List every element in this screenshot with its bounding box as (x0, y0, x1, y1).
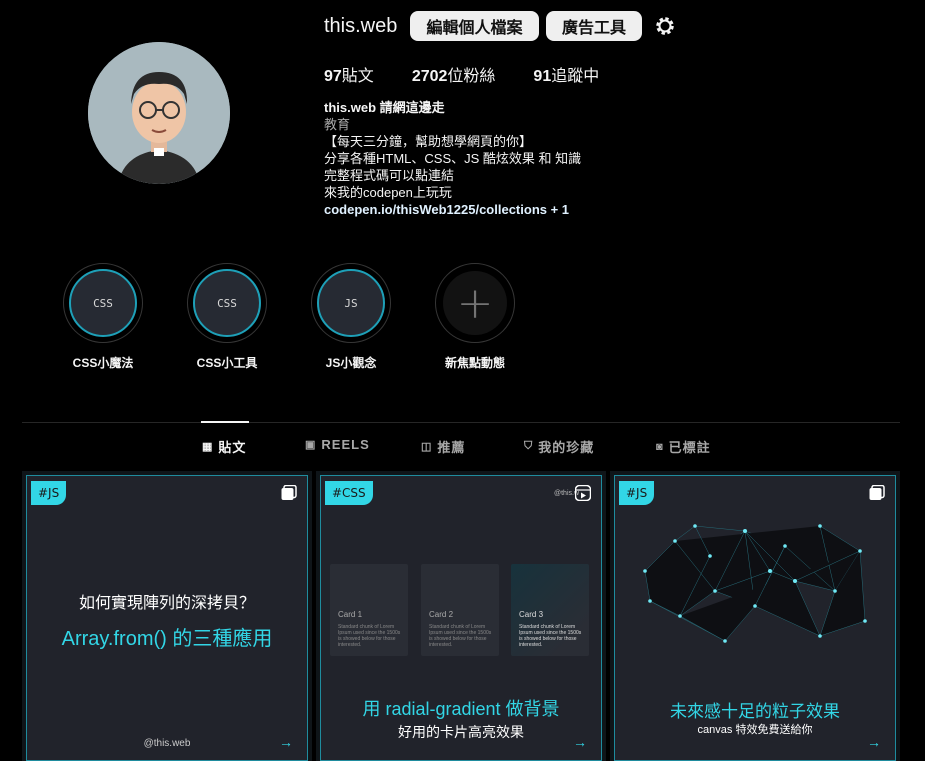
carousel-icon (281, 485, 297, 500)
post-question: 如何實現陣列的深拷貝？ (78, 595, 255, 612)
post-thumbnail[interactable]: #JS 如何實現陣列的深拷貝？ Array.from() 的三種應用 @this… (22, 471, 312, 761)
post-frame: #JS 如何實現陣列的深拷貝？ Array.from() 的三種應用 @this… (26, 475, 308, 761)
bio-display-name: this.web 請網這邊走 (324, 100, 445, 115)
demo-card-highlighted: Card 3 Standard chunk of Lorem Ipsum use… (511, 564, 589, 656)
highlight-css-magic[interactable]: CSS CSS小魔法 (63, 263, 143, 371)
highlight-ring: + (435, 263, 515, 343)
post-tag: #JS (31, 481, 67, 505)
tab-label: REELS (321, 437, 370, 452)
highlight-label: JS小觀念 (325, 356, 377, 370)
posts-label: 貼文 (341, 68, 374, 85)
ad-tools-button[interactable]: 廣告工具 (546, 11, 642, 41)
profile-username: this.web (324, 15, 398, 37)
bio-line: 來我的codepen上玩玩 (324, 185, 452, 200)
post-thumbnail[interactable]: #JS 未來感十足的粒子效果 canvas 特效免費送給你 → (610, 471, 900, 761)
followers-stat[interactable]: 2702位粉絲 (412, 62, 496, 86)
arrow-right-icon: → (279, 734, 293, 750)
demo-card-body: Standard chunk of Lorem Ipsum used since… (519, 624, 582, 648)
particle-network-image (643, 524, 867, 643)
posts-stat: 97貼文 (324, 62, 374, 86)
post-title: Array.from() 的三種應用 (61, 628, 273, 650)
new-highlight-button[interactable]: + 新焦點動態 (435, 263, 515, 371)
tab-reels[interactable]: ▣ REELS (305, 437, 370, 452)
highlight-ring: CSS (187, 263, 267, 343)
followers-count: 2702 (411, 68, 448, 85)
tab-saved[interactable]: ⛉ 我的珍藏 (524, 437, 594, 456)
demo-card-title: Card 2 (429, 610, 454, 619)
tab-label: 已標註 (668, 440, 711, 455)
profile-bio: this.web 請網這邊走 教育 【每天三分鐘，幫助想學網頁的你】 分享各種H… (324, 99, 581, 218)
profile-avatar[interactable] (88, 42, 230, 184)
post-tag: #JS (619, 481, 655, 505)
demo-card-title: Card 1 (338, 610, 363, 619)
bio-line: 【每天三分鐘，幫助想學網頁的你】 (324, 134, 533, 149)
bio-line: 分享各種HTML、CSS、JS 酷炫效果 和 知識 (324, 151, 582, 166)
arrow-right-icon: → (573, 734, 587, 750)
plus-icon: + (443, 271, 507, 335)
following-count: 91 (533, 68, 552, 85)
post-thumbnail[interactable]: #CSS @this.w Card 1 Standard chunk of Lo… (316, 471, 606, 761)
followers-label: 位粉絲 (447, 68, 496, 85)
tab-label: 貼文 (218, 440, 247, 455)
highlight-css-tools[interactable]: CSS CSS小工具 (187, 263, 267, 371)
avatar-illustration (88, 42, 230, 184)
tab-label: 我的珍藏 (538, 440, 595, 455)
demo-card: Card 2 Standard chunk of Lorem Ipsum use… (421, 564, 499, 656)
post-title: 用 radial-gradient 做背景 (362, 699, 560, 719)
carousel-icon (869, 485, 885, 500)
post-watermark: @this.web (143, 738, 191, 749)
highlight-cover: CSS (193, 269, 261, 337)
highlight-cover: JS (317, 269, 385, 337)
bio-link[interactable]: codepen.io/thisWeb1225/collections + 1 (324, 201, 581, 218)
profile-stats: 97貼文 2702位粉絲 91追蹤中 (324, 62, 637, 86)
highlight-js-concepts[interactable]: JS JS小觀念 (311, 263, 391, 371)
post-frame: #CSS @this.w Card 1 Standard chunk of Lo… (320, 475, 602, 761)
bookmark-icon: ⛉ (524, 440, 534, 452)
tab-recommend[interactable]: ◫ 推薦 (421, 437, 465, 456)
highlight-cover: CSS (69, 269, 137, 337)
arrow-right-icon: → (867, 734, 881, 750)
post-tag: #CSS (325, 481, 373, 505)
demo-card-title: Card 3 (519, 610, 544, 619)
following-label: 追蹤中 (551, 68, 600, 85)
highlight-ring: JS (311, 263, 391, 343)
highlight-ring: CSS (63, 263, 143, 343)
bio-line: 完整程式碼可以點連結 (324, 168, 455, 183)
tab-posts[interactable]: ▦ 貼文 (202, 437, 246, 456)
grid-icon: ▦ (202, 441, 214, 453)
reel-clip-icon (575, 485, 591, 501)
active-tab-indicator (201, 421, 249, 423)
highlight-label: CSS小工具 (196, 356, 258, 370)
settings-gear-icon[interactable] (653, 14, 677, 38)
edit-profile-button[interactable]: 編輯個人檔案 (410, 11, 539, 41)
tagged-icon: ◙ (656, 440, 664, 453)
bio-category: 教育 (324, 117, 351, 132)
posts-count: 97 (324, 68, 342, 85)
tab-tagged[interactable]: ◙ 已標註 (656, 437, 711, 456)
reels-icon: ▣ (305, 439, 317, 451)
tab-label: 推薦 (437, 440, 466, 455)
post-title: 未來感十足的粒子效果 (670, 702, 840, 721)
post-subtitle: canvas 特效免費送給你 (697, 724, 813, 736)
post-subtitle: 好用的卡片高亮效果 (398, 724, 524, 740)
demo-card-body: Standard chunk of Lorem Ipsum used since… (338, 624, 401, 648)
demo-card: Card 1 Standard chunk of Lorem Ipsum use… (330, 564, 408, 656)
post-frame: #JS 未來感十足的粒子效果 canvas 特效免費送給你 → (614, 475, 896, 761)
recommend-icon: ◫ (421, 441, 433, 453)
following-stat[interactable]: 91追蹤中 (533, 62, 599, 86)
tabs-divider (22, 422, 900, 423)
highlight-label: CSS小魔法 (72, 356, 134, 370)
demo-card-body: Standard chunk of Lorem Ipsum used since… (429, 624, 492, 648)
highlight-label: 新焦點動態 (444, 356, 505, 370)
